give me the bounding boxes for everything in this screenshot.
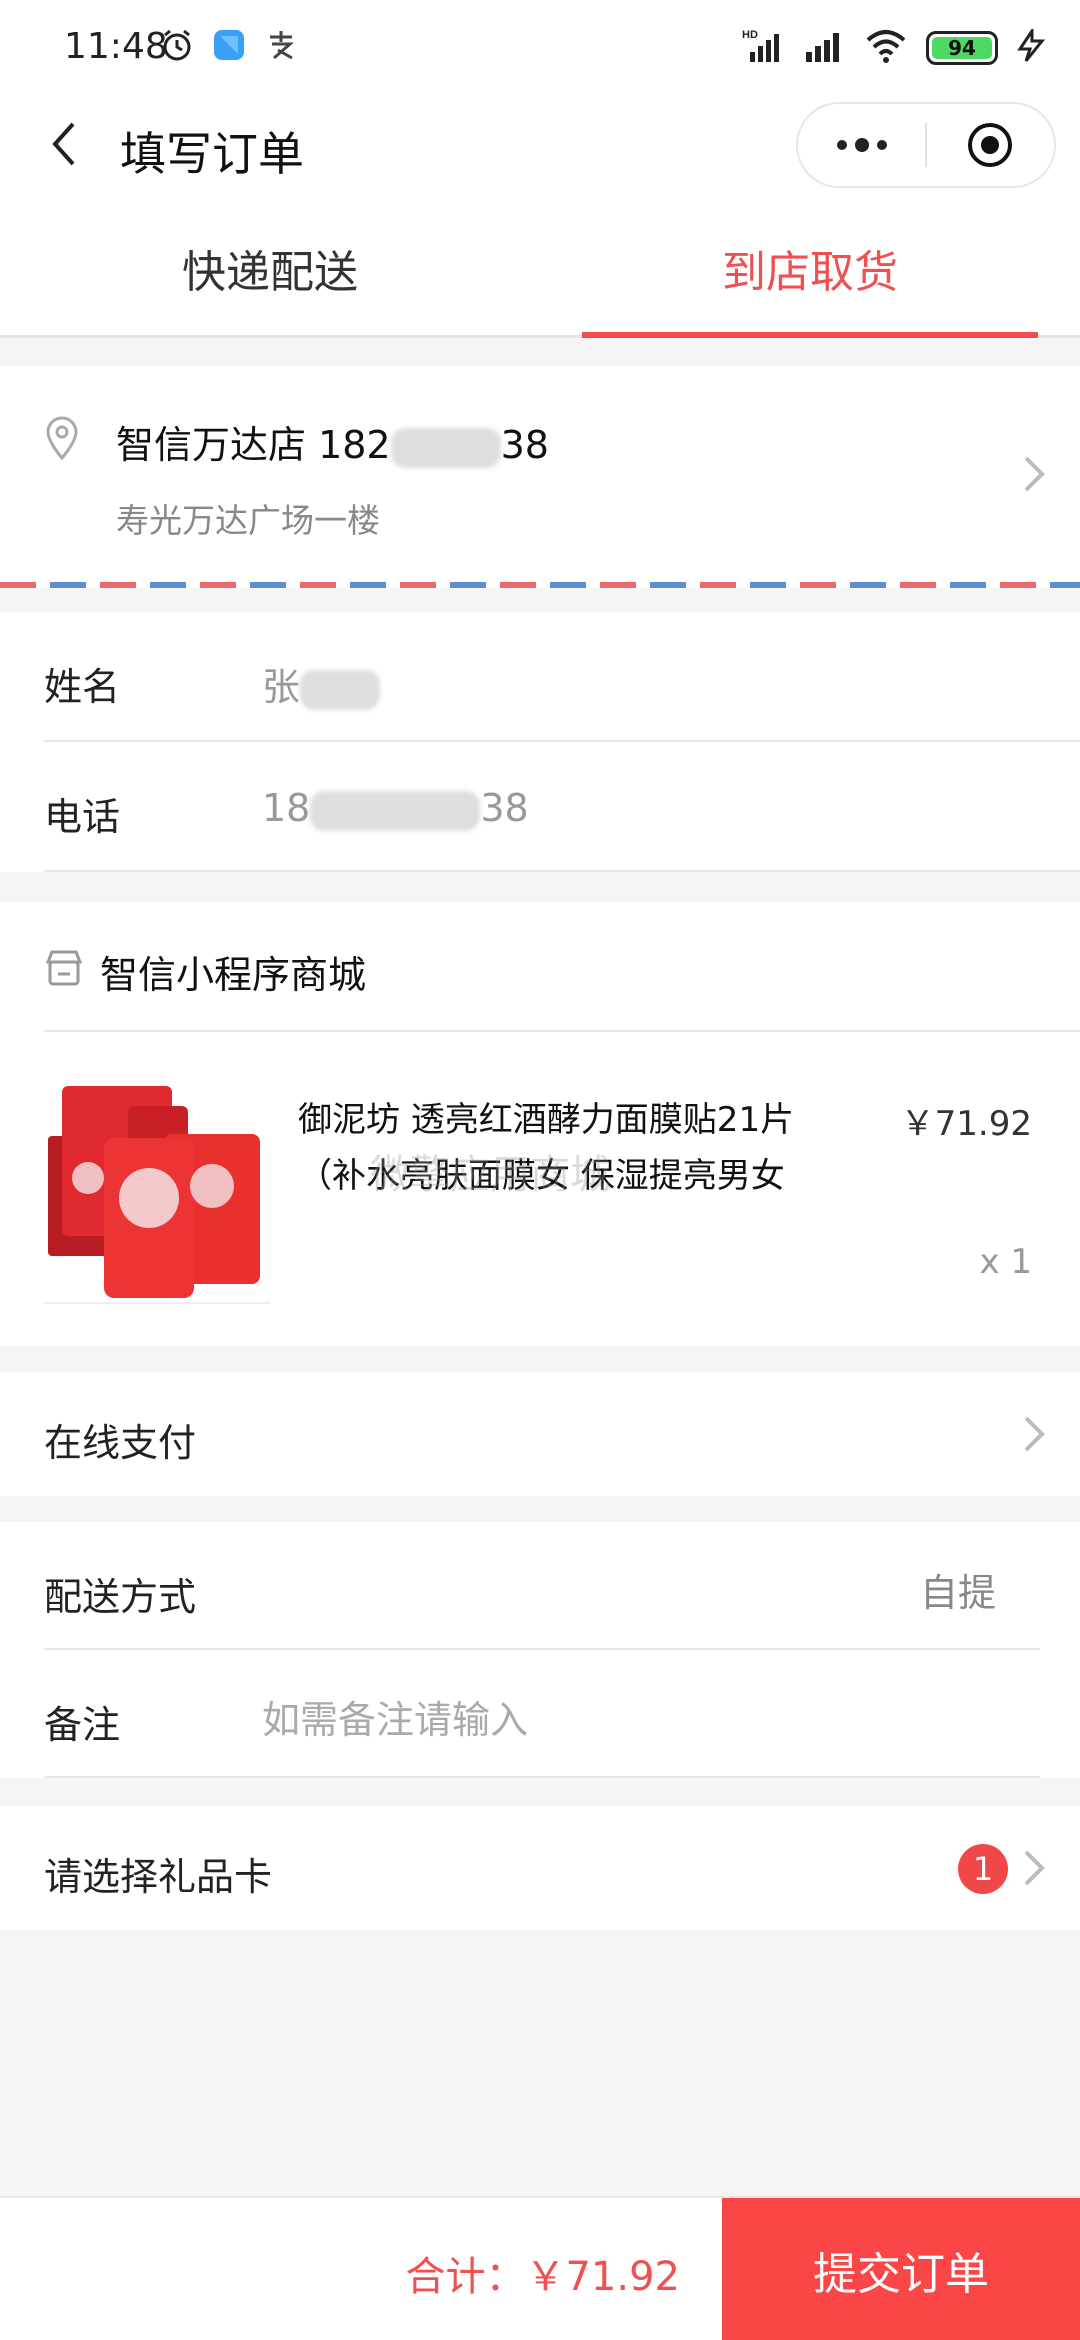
- shop-name: 智信小程序商城: [100, 953, 367, 997]
- delivery-method-label: 配送方式: [44, 1575, 197, 1619]
- delivery-method-value: 自提: [919, 1571, 996, 1615]
- page-title: 填写订单: [120, 127, 304, 181]
- checkout-bar: 合计：￥71.92 提交订单: [0, 2196, 1080, 2340]
- payment-label: 在线支付: [44, 1421, 197, 1465]
- row-divider: [44, 870, 1080, 872]
- phone-prefix: 18: [262, 786, 311, 830]
- shop-section: 智信小程序商城 御泥坊 透亮红酒酵力面膜贴21片（补水亮肤面膜女 保湿提亮男女 …: [0, 902, 1080, 1346]
- remark-label: 备注: [44, 1703, 121, 1747]
- phone-label: 电话: [44, 795, 121, 839]
- store-name-phone: 智信万达店 182 38: [116, 414, 549, 469]
- charging-icon: [1016, 26, 1046, 67]
- close-mini-program-button[interactable]: [927, 104, 1054, 186]
- store-address: 寿光万达广场一楼: [116, 501, 380, 540]
- shop-divider: [44, 1030, 1080, 1032]
- chevron-right-icon: [1024, 1850, 1045, 1886]
- more-button[interactable]: [798, 104, 925, 186]
- chevron-right-icon: [1024, 456, 1045, 492]
- remark-input[interactable]: [262, 1692, 962, 1748]
- status-left-icons: [160, 28, 298, 66]
- more-dots-icon: [836, 138, 887, 152]
- order-total: 合计：￥71.92: [405, 2254, 680, 2300]
- name-label: 姓名: [44, 665, 121, 709]
- battery-level: 94: [932, 36, 992, 60]
- store-icon: [44, 948, 84, 992]
- nav-bar: 填写订单: [0, 90, 1080, 200]
- signal-icon: [804, 28, 846, 68]
- phone-suffix: 38: [480, 786, 529, 830]
- gift-card-row[interactable]: 请选择礼品卡 1: [0, 1806, 1080, 1930]
- masked-digits: [390, 427, 501, 468]
- payment-method-row[interactable]: 在线支付: [0, 1372, 1080, 1496]
- tab-store-pickup[interactable]: 到店取货: [540, 200, 1080, 338]
- status-time: 11:48: [64, 26, 168, 67]
- target-icon: [968, 123, 1013, 167]
- delivery-tabs: 快递配送 到店取货: [0, 200, 1080, 338]
- name-row: 姓名 张: [0, 612, 1080, 742]
- store-phone-suffix: 38: [500, 423, 549, 467]
- row-divider: [44, 1776, 1040, 1778]
- gift-card-label: 请选择礼品卡: [44, 1855, 273, 1899]
- delivery-section: 配送方式 自提 备注: [0, 1522, 1080, 1778]
- watermark: 微擎应用商城: [370, 1152, 610, 1198]
- mini-program-capsule: [796, 102, 1056, 188]
- svg-text:HD: HD: [742, 29, 758, 41]
- product-image[interactable]: [44, 1078, 270, 1304]
- phone-value[interactable]: 18 38: [262, 786, 529, 831]
- phone-row: 电话 18 38: [0, 742, 1080, 872]
- contact-section: 姓名 张 电话 18 38: [0, 612, 1080, 872]
- product-price: ￥71.92: [900, 1104, 1032, 1144]
- app-notification-icon: [212, 28, 246, 66]
- submit-order-button[interactable]: 提交订单: [722, 2198, 1080, 2340]
- delivery-method-row: 配送方式: [0, 1522, 1080, 1650]
- store-selector[interactable]: 智信万达店 182 38 寿光万达广场一楼: [0, 366, 1080, 588]
- masked-name: [300, 669, 381, 710]
- airmail-border: [0, 582, 1080, 588]
- tab-express-delivery[interactable]: 快递配送: [0, 200, 540, 335]
- store-name-prefix: 智信万达店 182: [116, 423, 391, 467]
- chevron-left-icon: [52, 122, 75, 166]
- back-button[interactable]: [34, 114, 94, 174]
- alarm-icon: [160, 28, 194, 66]
- alipay-icon: [264, 28, 298, 66]
- location-pin-icon: [44, 416, 80, 464]
- gift-card-count-badge: 1: [958, 1844, 1008, 1894]
- status-right-icons: HD 94: [742, 26, 1046, 70]
- battery-icon: 94: [926, 31, 998, 65]
- product-quantity: x 1: [979, 1242, 1032, 1282]
- wifi-icon: [864, 28, 908, 68]
- hd-signal-icon: HD: [742, 26, 786, 70]
- masked-phone: [310, 790, 481, 831]
- order-page: 11:48 HD 94 填写订单 快递配送 到店取货 智信万达店 182 38 …: [0, 0, 1080, 2340]
- status-bar: 11:48 HD 94: [0, 0, 1080, 90]
- name-prefix: 张: [262, 665, 301, 709]
- name-value[interactable]: 张: [262, 656, 381, 711]
- chevron-right-icon: [1024, 1416, 1045, 1452]
